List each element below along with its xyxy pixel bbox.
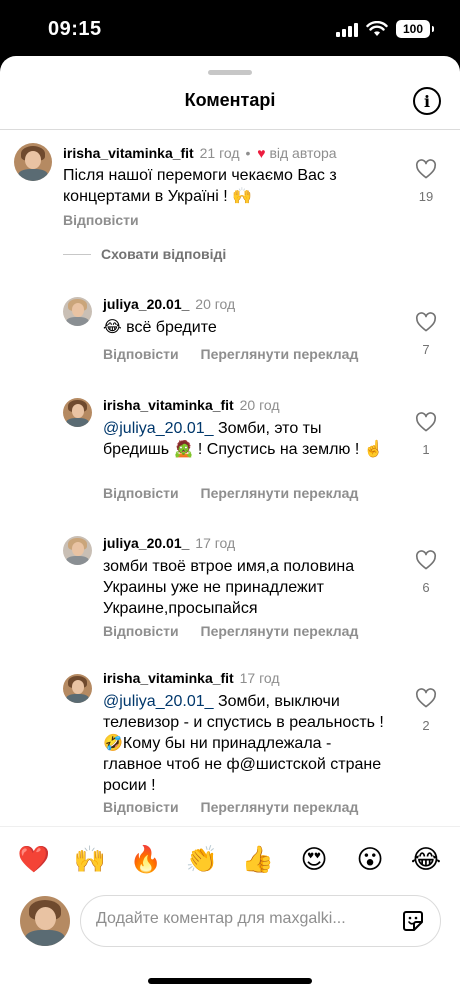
avatar[interactable] [63, 297, 92, 326]
sheet-grabber[interactable] [208, 70, 252, 75]
see-translation-button[interactable]: Переглянути переклад [201, 485, 359, 501]
reaction-thumbs-up[interactable]: 👍 [238, 843, 278, 875]
reactions-divider [0, 826, 460, 827]
info-icon[interactable]: i [413, 87, 441, 115]
comments-sheet: Коментарі i irisha_vitaminka_fit 21 год … [0, 56, 460, 996]
reply-button[interactable]: Відповісти [103, 623, 179, 639]
wifi-icon [366, 21, 388, 36]
comment-actions: Відповісти Переглянути переклад [103, 623, 376, 639]
see-translation-button[interactable]: Переглянути переклад [201, 623, 359, 639]
separator-dot: • [245, 145, 251, 161]
see-translation-button[interactable]: Переглянути переклад [201, 346, 359, 362]
comment-input[interactable] [96, 910, 376, 928]
like-control: 19 [413, 159, 439, 204]
like-control: 6 [413, 550, 439, 595]
comment-actions: Відповісти Переглянути переклад [103, 799, 376, 815]
comment-username[interactable]: juliya_20.01_ [103, 535, 189, 551]
author-liked-label: від автора [269, 145, 337, 161]
reaction-heart[interactable]: ❤️ [14, 843, 54, 875]
quick-reactions: ❤️ 🙌 🔥 👏 👍 😍 😮 😂 [0, 843, 460, 875]
comment-body: 😂 всё бредите [103, 319, 217, 336]
header-divider [0, 129, 460, 130]
hide-replies-label: Сховати відповіді [101, 246, 227, 262]
reaction-laughing[interactable]: 😂 [406, 843, 446, 875]
comment-meta: irisha_vitaminka_fit 17 год [103, 669, 280, 687]
reaction-fire[interactable]: 🔥 [126, 843, 166, 875]
comment-meta: juliya_20.01_ 20 год [103, 295, 235, 313]
avatar[interactable] [63, 398, 92, 427]
like-control: 7 [413, 312, 439, 357]
current-user-avatar [20, 896, 70, 946]
comment-composer [80, 895, 441, 947]
like-count: 6 [422, 580, 430, 595]
avatar[interactable] [63, 674, 92, 703]
heart-icon[interactable] [415, 159, 437, 179]
status-time: 09:15 [48, 18, 102, 40]
comment-actions: Відповісти Переглянути переклад [103, 485, 376, 501]
like-control: 2 [413, 688, 439, 733]
thread-line [63, 253, 91, 255]
reply-button[interactable]: Відповісти [103, 346, 179, 362]
avatar[interactable] [14, 143, 52, 181]
comment-text: @juliya_20.01_ Зомби, это ты бредишь 🧟 !… [103, 418, 388, 460]
like-control: 1 [413, 412, 439, 457]
home-indicator[interactable] [148, 978, 312, 984]
sheet-title: Коментарі [184, 90, 276, 110]
comment-time: 20 год [195, 296, 236, 312]
comment-username[interactable]: juliya_20.01_ [103, 296, 189, 312]
like-count: 19 [418, 189, 434, 204]
heart-icon[interactable] [415, 688, 437, 708]
comment-time: 21 год [199, 145, 240, 161]
like-count: 2 [422, 718, 430, 733]
heart-icon[interactable] [415, 312, 437, 332]
comment-username[interactable]: irisha_vitaminka_fit [63, 145, 194, 161]
comment-body: зомби твоё втрое имя,а половина Украины … [103, 558, 355, 617]
comment-actions: Відповісти Переглянути переклад [103, 346, 376, 362]
like-count: 7 [422, 342, 430, 357]
comment-text: Після нашої перемоги чекаємо Вас з конце… [63, 167, 337, 205]
sticker-icon[interactable] [400, 908, 426, 934]
status-bar: 09:15 100 [0, 0, 460, 60]
status-icons: 100 [336, 20, 434, 38]
hide-replies-button[interactable]: Сховати відповіді [63, 246, 226, 262]
comment-username[interactable]: irisha_vitaminka_fit [103, 670, 234, 686]
reaction-heart-eyes[interactable]: 😍 [294, 843, 334, 875]
mention-link[interactable]: @juliya_20.01_ [103, 693, 214, 710]
reaction-surprised[interactable]: 😮 [350, 843, 390, 875]
comment-meta: irisha_vitaminka_fit 20 год [103, 396, 280, 414]
reply-button[interactable]: Відповісти [103, 485, 179, 501]
heart-icon[interactable] [415, 412, 437, 432]
mention-link[interactable]: @juliya_20.01_ [103, 420, 214, 437]
reaction-clap[interactable]: 👏 [182, 843, 222, 875]
see-translation-button[interactable]: Переглянути переклад [201, 799, 359, 815]
battery-icon: 100 [396, 20, 434, 38]
reply-button[interactable]: Відповісти [63, 212, 139, 228]
comment-time: 17 год [195, 535, 236, 551]
comment-time: 17 год [239, 670, 280, 686]
comment-meta: juliya_20.01_ 17 год [103, 534, 235, 552]
heart-filled-icon: ♥ [257, 145, 266, 161]
comment-actions: Відповісти [63, 212, 157, 228]
comment-text: 😂 всё бредите [103, 317, 393, 338]
heart-icon[interactable] [415, 550, 437, 570]
comment-meta: irisha_vitaminka_fit 21 год • ♥ від авто… [63, 144, 337, 162]
comment-time: 20 год [239, 397, 280, 413]
avatar[interactable] [63, 536, 92, 565]
comment-text: @juliya_20.01_ Зомби, выключи телевизор … [103, 691, 393, 796]
signal-icon [336, 21, 358, 37]
reaction-raised-hands[interactable]: 🙌 [70, 843, 110, 875]
reply-button[interactable]: Відповісти [103, 799, 179, 815]
like-count: 1 [422, 442, 430, 457]
comment-username[interactable]: irisha_vitaminka_fit [103, 397, 234, 413]
comment-text: зомби твоё втрое имя,а половина Украины … [103, 556, 393, 619]
